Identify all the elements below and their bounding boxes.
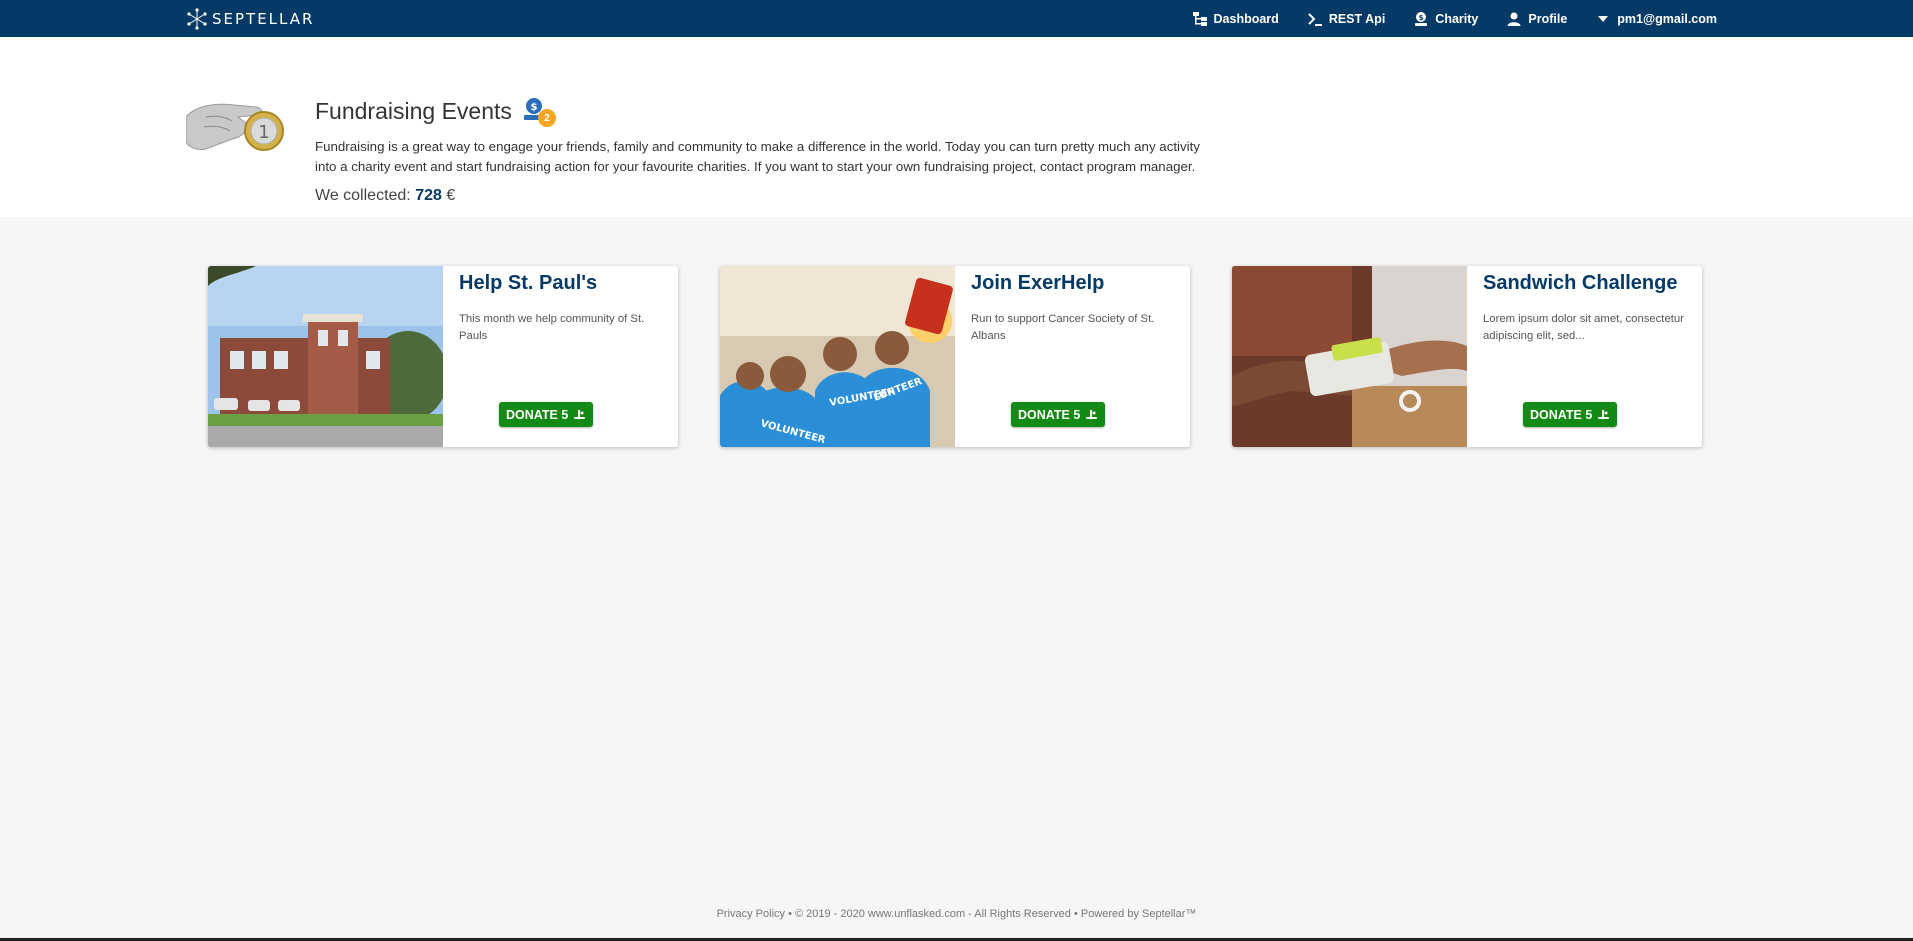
event-card: VOLUNTEER VOLUNTEER LUNTEER Join ExerHelp … [720, 266, 1190, 447]
events-badge: $ 2 [522, 97, 556, 127]
page-description: Fundraising is a great way to engage you… [315, 139, 1200, 174]
svg-text:$: $ [530, 102, 537, 113]
event-card: Sandwich Challenge Lorem ipsum dolor sit… [1232, 266, 1702, 447]
nav-dashboard[interactable]: Dashboard [1192, 11, 1279, 27]
event-card-body: Sandwich Challenge Lorem ipsum dolor sit… [1467, 266, 1702, 447]
nav-user-menu[interactable]: pm1@gmail.com [1595, 11, 1717, 27]
nav-profile-label: Profile [1528, 11, 1568, 26]
donate-button[interactable]: DONATE 5 [1523, 402, 1618, 427]
sitemap-icon [1192, 11, 1207, 26]
top-navbar: SEPTELLAR Dashboard REST Api $ Charity P… [0, 0, 1913, 37]
donate-hand-icon [1598, 410, 1610, 419]
event-card-body: Help St. Paul's This month we help commu… [443, 266, 678, 447]
donate-button[interactable]: DONATE 5 [1011, 402, 1106, 427]
events-count-badge: 2 [537, 109, 556, 127]
collected-currency: € [446, 187, 456, 204]
event-image-church-building [208, 266, 443, 447]
nav-user-email: pm1@gmail.com [1617, 11, 1717, 26]
event-title: Help St. Paul's [459, 272, 598, 294]
nav-profile[interactable]: Profile [1506, 11, 1567, 27]
brand-name: SEPTELLAR [212, 10, 315, 28]
event-title: Sandwich Challenge [1483, 272, 1678, 294]
event-title: Join ExerHelp [971, 272, 1105, 294]
septellar-logo-icon [187, 8, 207, 30]
event-description: Run to support Cancer Society of St. Alb… [971, 313, 1155, 342]
event-description: This month we help community of St. Paul… [459, 313, 645, 342]
collected-summary: We collected: 728 € [315, 187, 455, 205]
event-description: Lorem ipsum dolor sit amet, consectetur … [1483, 313, 1684, 342]
donate-button-label: DONATE 5 [1018, 407, 1081, 422]
page-header: 1 Fundraising Events $ 2 Fundraising is … [0, 37, 1913, 217]
donate-button[interactable]: DONATE 5 [499, 402, 594, 427]
page-footer: Privacy Policy • © 2019 - 2020 www.unfla… [0, 908, 1913, 920]
page-title: Fundraising Events [315, 97, 512, 124]
donate-hand-icon [574, 410, 586, 419]
brand-logo-link[interactable]: SEPTELLAR [186, 8, 314, 30]
collected-label: We collected: [315, 187, 411, 204]
footer-text: Privacy Policy • © 2019 - 2020 www.unfla… [716, 908, 1197, 920]
donate-hand-icon [1086, 410, 1098, 419]
event-image-volunteers: VOLUNTEERVOLUNTEERLUNTEER [720, 266, 955, 447]
svg-text:1: 1 [258, 122, 269, 143]
event-card-body: Join ExerHelp Run to support Cancer Soci… [955, 266, 1190, 447]
collected-amount: 728 [415, 187, 442, 204]
nav-charity[interactable]: $ Charity [1413, 11, 1478, 27]
svg-text:$: $ [1419, 14, 1424, 22]
hand-with-coin-image: 1 [186, 103, 284, 151]
event-card: Help St. Paul's This month we help commu… [208, 266, 678, 447]
event-image-sandwich-handover [1232, 266, 1467, 447]
donate-button-label: DONATE 5 [1530, 407, 1593, 422]
user-icon [1507, 12, 1521, 26]
nav-rest-api-label: REST Api [1328, 11, 1386, 26]
nav-dashboard-label: Dashboard [1213, 11, 1279, 26]
charity-icon: $ [1415, 11, 1428, 26]
donate-button-label: DONATE 5 [506, 407, 569, 422]
terminal-icon [1308, 12, 1322, 26]
nav-charity-label: Charity [1435, 11, 1479, 26]
caret-down-icon [1598, 15, 1609, 22]
nav-rest-api[interactable]: REST Api [1307, 11, 1385, 27]
